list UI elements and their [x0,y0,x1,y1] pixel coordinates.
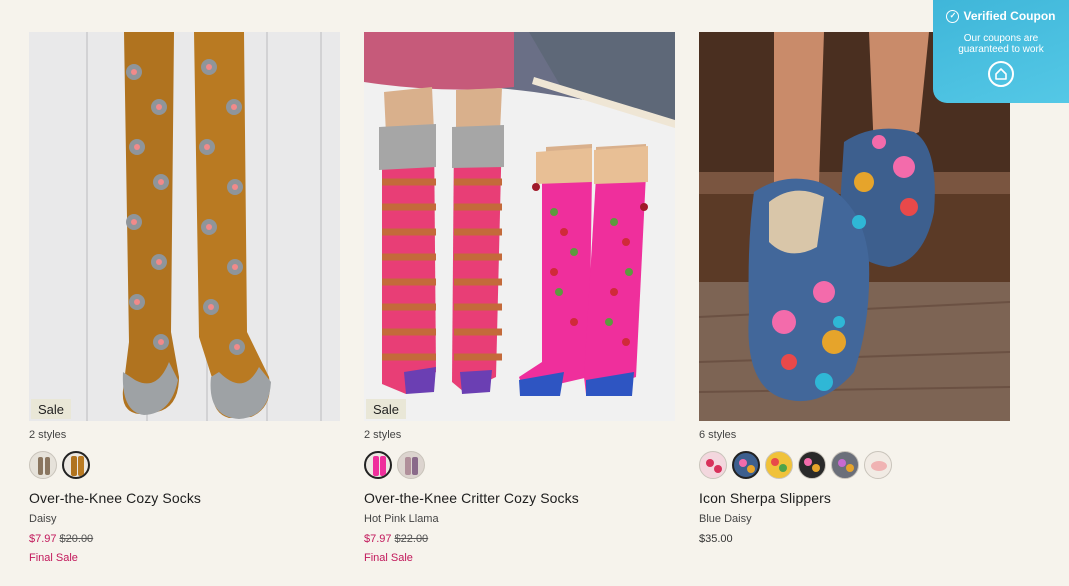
final-sale-label: Final Sale [364,552,413,564]
verified-coupon-widget[interactable]: ✓ Verified Coupon Our coupons are guaran… [933,0,1069,103]
styles-count: 2 styles [29,429,67,441]
style-swatch[interactable] [798,451,826,479]
product-price: $35.00 [699,533,1010,545]
product-name[interactable]: Over-the-Knee Cozy Socks [29,490,340,506]
coupon-title-row: ✓ Verified Coupon [933,9,1069,23]
sale-price: $7.97 [364,533,392,545]
style-swatch[interactable] [699,451,727,479]
coupon-subtitle: Our coupons are guaranteed to work [958,33,1044,55]
regular-price: $35.00 [699,533,733,545]
product-name[interactable]: Icon Sherpa Slippers [699,490,1010,506]
product-card[interactable]: Sale 2 styles Over-the-Knee Cozy Socks D… [29,32,340,564]
sale-price: $7.97 [29,533,57,545]
style-swatches [29,451,340,481]
style-swatches [699,451,1010,481]
styles-count: 2 styles [364,429,402,441]
sale-badge: Sale [31,399,72,419]
coupon-title: Verified Coupon [963,9,1056,23]
style-swatch[interactable] [62,451,90,479]
style-swatch[interactable] [831,451,859,479]
style-swatch[interactable] [29,451,57,479]
product-grid: Sale 2 styles Over-the-Knee Cozy Socks D… [29,32,1010,564]
style-swatch[interactable] [732,451,760,479]
style-swatch[interactable] [397,451,425,479]
coupon-logo-icon[interactable] [988,61,1014,87]
style-swatch[interactable] [864,451,892,479]
styles-count: 6 styles [699,429,737,441]
style-swatch[interactable] [364,451,392,479]
original-price: $22.00 [394,533,429,545]
product-name[interactable]: Over-the-Knee Critter Cozy Socks [364,490,675,506]
original-price: $20.00 [59,533,94,545]
style-swatches [364,451,675,481]
product-image[interactable]: Sale [29,32,340,421]
product-image[interactable]: Sale [364,32,675,421]
final-sale-label: Final Sale [29,552,78,564]
product-card[interactable]: Sale 2 styles Over-the-Knee Critter Cozy… [364,32,675,564]
product-price: $7.97 $20.00 [29,533,340,545]
product-variant: Daisy [29,513,57,525]
product-variant: Hot Pink Llama [364,513,439,525]
sale-badge: Sale [366,399,407,419]
product-card[interactable]: 6 styles Icon Sherpa Slippers Blue Daisy… [699,32,1010,564]
product-variant: Blue Daisy [699,513,752,525]
product-price: $7.97 $22.00 [364,533,675,545]
style-swatch[interactable] [765,451,793,479]
check-circle-icon: ✓ [946,9,960,23]
